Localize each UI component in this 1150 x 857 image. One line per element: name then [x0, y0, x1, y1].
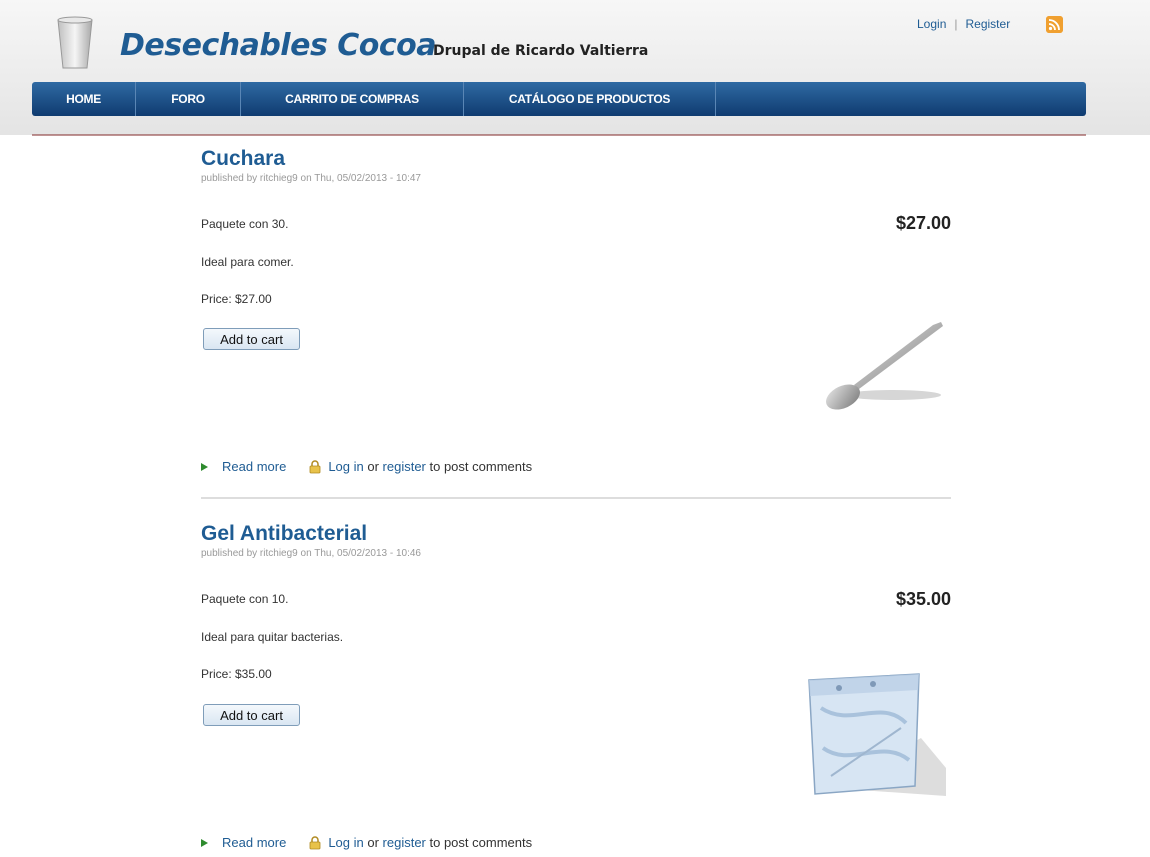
- nav-item-catalogo[interactable]: CATÁLOGO DE PRODUCTOS: [464, 82, 716, 116]
- login-link[interactable]: Login: [917, 17, 946, 31]
- product-price-line: Price: $35.00: [201, 667, 272, 681]
- header: Desechables Cocoa Drupal de Ricardo Valt…: [0, 0, 1150, 136]
- product-title[interactable]: Cuchara: [201, 147, 951, 171]
- or-text: or: [363, 835, 383, 850]
- node-links: Read more Log in or register to post com…: [201, 835, 532, 850]
- arrow-right-icon: [201, 462, 208, 471]
- nav-item-carrito[interactable]: CARRITO DE COMPRAS: [241, 82, 464, 116]
- product-node-cuchara: Cuchara published by ritchieg9 on Thu, 0…: [201, 147, 951, 499]
- product-description: Paquete con 30.: [201, 217, 289, 231]
- header-rule: [32, 134, 1086, 136]
- lock-icon: [309, 459, 321, 473]
- rss-feed-icon[interactable]: [1046, 16, 1063, 33]
- product-meta: published by ritchieg9 on Thu, 05/02/201…: [201, 173, 421, 184]
- log-in-link[interactable]: Log in: [328, 835, 363, 850]
- product-description: Ideal para quitar bacterias.: [201, 630, 344, 644]
- node-divider: [201, 497, 951, 499]
- register-comment-link[interactable]: register: [383, 459, 426, 474]
- read-more-link[interactable]: Read more: [222, 835, 286, 850]
- main-nav: HOME FORO CARRITO DE COMPRAS CATÁLOGO DE…: [32, 82, 1086, 116]
- spoon-product-image[interactable]: [821, 317, 951, 417]
- product-price: $27.00: [895, 213, 951, 233]
- product-price: $35.00: [895, 589, 951, 609]
- register-comment-link[interactable]: register: [383, 835, 426, 850]
- read-more-link[interactable]: Read more: [222, 459, 286, 474]
- separator: |: [954, 17, 958, 31]
- site-name[interactable]: Desechables Cocoa: [120, 28, 437, 63]
- post-comments-text: to post comments: [425, 459, 533, 474]
- product-price-line: Price: $27.00: [201, 292, 272, 306]
- post-comments-text: to post comments: [425, 835, 533, 850]
- gel-pack-product-image[interactable]: [801, 668, 951, 808]
- log-in-link[interactable]: Log in: [328, 459, 363, 474]
- lock-icon: [309, 835, 321, 849]
- arrow-right-icon: [201, 838, 208, 847]
- site-slogan: Drupal de Ricardo Valtierra: [433, 43, 649, 59]
- cup-logo-icon[interactable]: [56, 16, 94, 72]
- add-to-cart-button[interactable]: Add to cart: [203, 704, 300, 726]
- product-node-gel: Gel Antibacterial published by ritchieg9…: [201, 522, 951, 857]
- register-link[interactable]: Register: [966, 17, 1011, 31]
- product-description: Ideal para comer.: [201, 255, 294, 269]
- product-title[interactable]: Gel Antibacterial: [201, 522, 951, 546]
- or-text: or: [363, 459, 383, 474]
- product-meta: published by ritchieg9 on Thu, 05/02/201…: [201, 548, 421, 559]
- add-to-cart-button[interactable]: Add to cart: [203, 328, 300, 350]
- nav-item-home[interactable]: HOME: [32, 82, 136, 116]
- user-links: Login | Register: [917, 17, 1010, 31]
- nav-item-foro[interactable]: FORO: [136, 82, 241, 116]
- product-description: Paquete con 10.: [201, 592, 289, 606]
- node-links: Read more Log in or register to post com…: [201, 459, 532, 474]
